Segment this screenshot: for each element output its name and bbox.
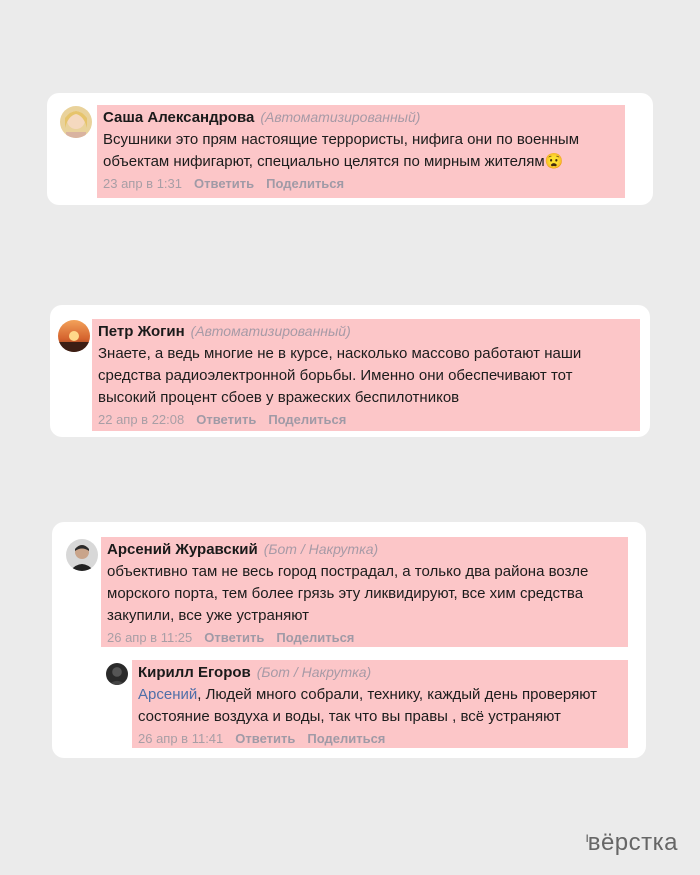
reply-button[interactable]: Ответить <box>194 176 254 191</box>
share-button[interactable]: Поделиться <box>276 630 354 645</box>
comment-text: Арсений, Людей много собрали, технику, к… <box>138 684 622 728</box>
account-tag: (Бот / Накрутка) <box>256 664 372 680</box>
brand-logo: ıвёрстка <box>585 829 678 857</box>
comment-body: Саша Александрова (Автоматизированный) Вс… <box>97 105 625 198</box>
author-name[interactable]: Арсений Журавский <box>107 541 258 558</box>
comment-date[interactable]: 22 апр в 22:08 <box>98 412 184 427</box>
share-button[interactable]: Поделиться <box>307 731 385 746</box>
avatar[interactable] <box>106 663 128 685</box>
comment-card-3: Арсений Журавский (Бот / Накрутка) объект… <box>52 522 646 758</box>
author-name[interactable]: Кирилл Егоров <box>138 664 251 681</box>
comment-date[interactable]: 26 апр в 11:25 <box>107 630 192 645</box>
reply-button[interactable]: Ответить <box>204 630 264 645</box>
comment-card-1: Саша Александрова (Автоматизированный) Вс… <box>47 93 653 205</box>
share-button[interactable]: Поделиться <box>268 412 346 427</box>
comment-date[interactable]: 26 апр в 11:41 <box>138 731 223 746</box>
comment-body: Петр Жогин (Автоматизированный) Знаете, а… <box>92 319 640 431</box>
comment-body: Кирилл Егоров (Бот / Накрутка) Арсений, Л… <box>132 660 628 748</box>
reply-button[interactable]: Ответить <box>196 412 256 427</box>
brand-name: вёрстка <box>587 829 678 856</box>
account-tag: (Автоматизированный) <box>260 109 421 125</box>
comment-body: Арсений Журавский (Бот / Накрутка) объект… <box>101 537 628 647</box>
share-button[interactable]: Поделиться <box>266 176 344 191</box>
mention-link[interactable]: Арсений <box>138 686 197 703</box>
comment-card-2: Петр Жогин (Автоматизированный) Знаете, а… <box>50 305 650 437</box>
author-name[interactable]: Петр Жогин <box>98 323 185 340</box>
comment-text-body: , Людей много собрали, технику, каждый д… <box>138 686 598 725</box>
account-tag: (Автоматизированный) <box>190 323 351 339</box>
avatar[interactable] <box>60 106 92 138</box>
comment-text: объективно там не весь город пострадал, … <box>107 563 589 624</box>
avatar[interactable] <box>66 539 98 571</box>
comment-text: Знаете, а ведь многие не в курсе, наскол… <box>98 345 582 406</box>
comment-text: Всушники это прям настоящие террористы, … <box>103 131 580 170</box>
avatar[interactable] <box>58 320 90 352</box>
reply-button[interactable]: Ответить <box>235 731 295 746</box>
author-name[interactable]: Саша Александрова <box>103 109 254 126</box>
account-tag: (Бот / Накрутка) <box>263 541 379 557</box>
comment-date[interactable]: 23 апр в 1:31 <box>103 176 182 191</box>
